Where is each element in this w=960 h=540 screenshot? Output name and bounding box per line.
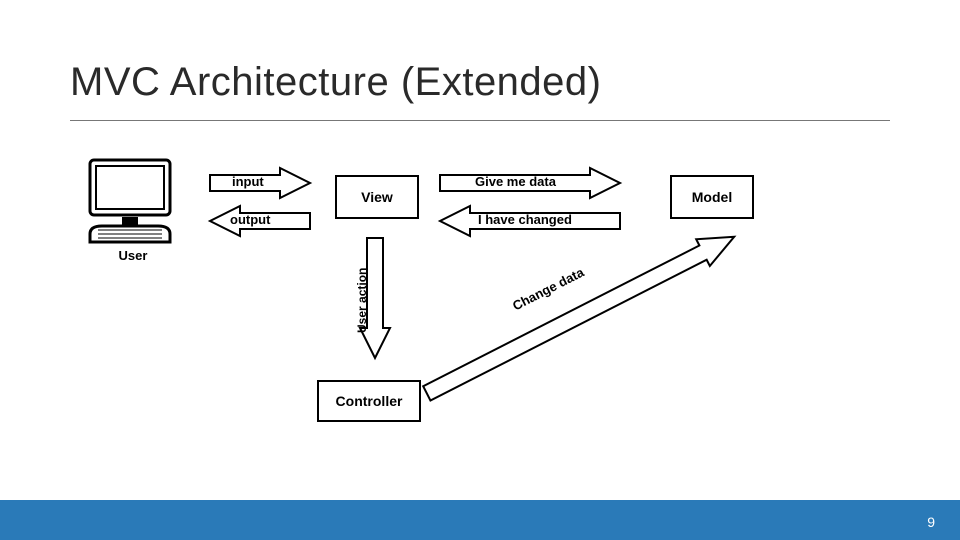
slide-title: MVC Architecture (Extended) [70,60,602,105]
give-me-data-label: Give me data [475,174,556,189]
page-number: 9 [927,514,935,530]
computer-icon [90,160,170,242]
user-action-label: User action [355,255,369,345]
diagram-svg [80,150,880,460]
view-node-label: View [361,189,393,205]
footer-bar [0,500,960,540]
input-label: input [232,174,264,189]
mvc-diagram: User View Model Controller input output … [80,150,880,460]
model-node: Model [670,175,754,219]
i-have-changed-label: I have changed [478,212,572,227]
title-underline [70,120,890,121]
user-label: User [108,248,158,263]
controller-node-label: Controller [336,393,403,409]
view-node: View [335,175,419,219]
output-label: output [230,212,270,227]
controller-node: Controller [317,380,421,422]
arrow-change-data [420,223,741,406]
model-node-label: Model [692,189,732,205]
